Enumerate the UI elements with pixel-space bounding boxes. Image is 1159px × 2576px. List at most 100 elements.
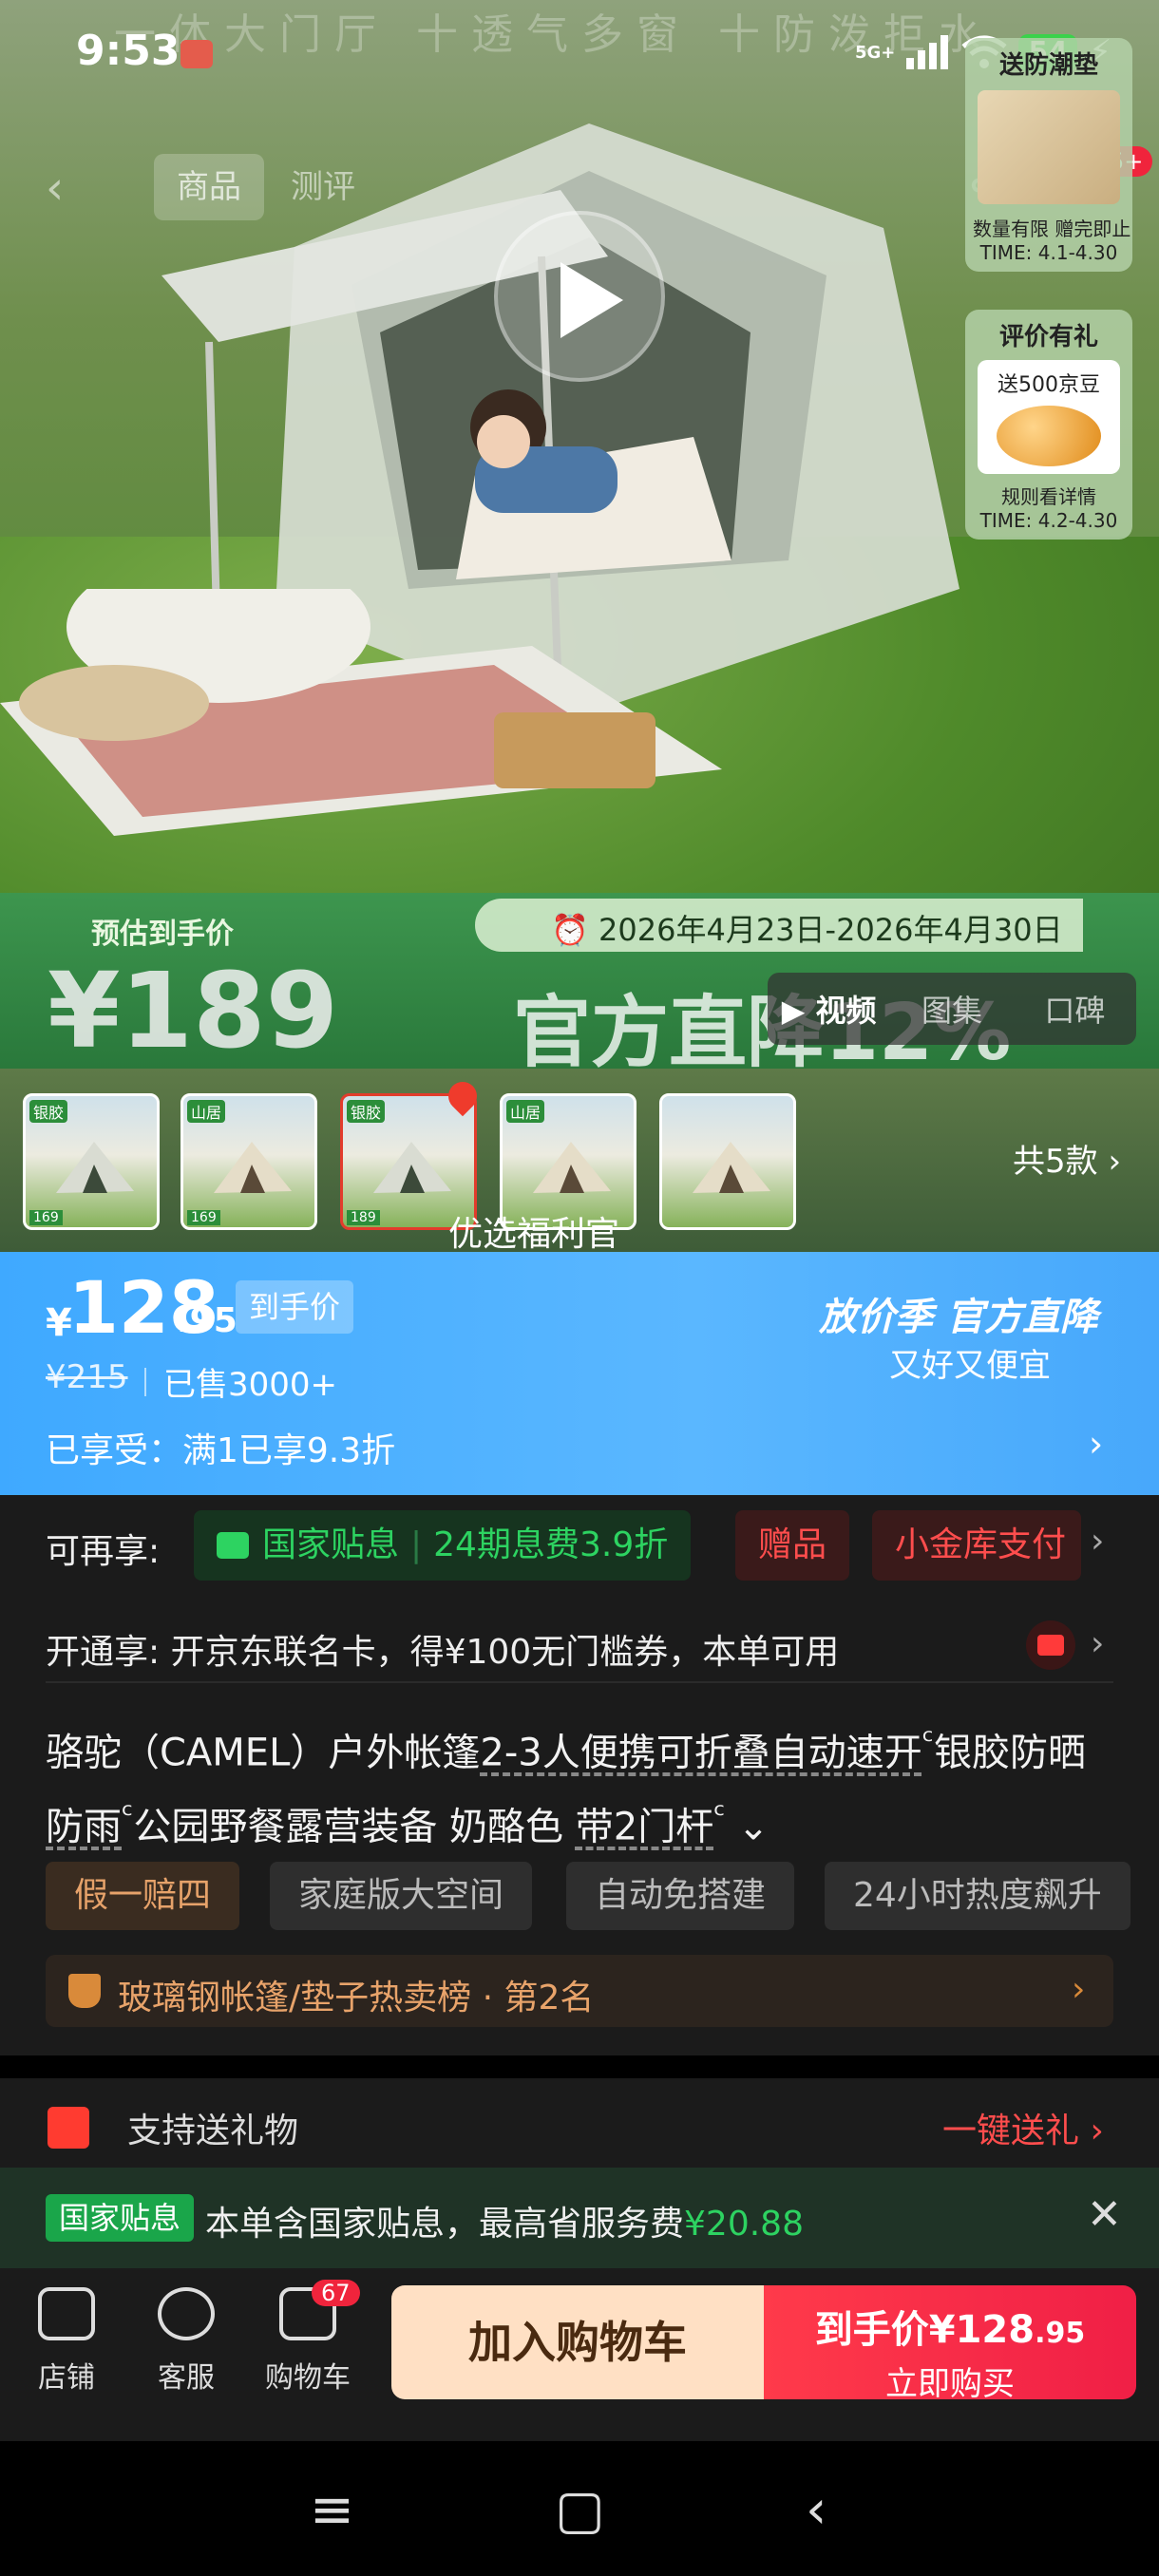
- gift-bar[interactable]: 支持送礼物 一键送礼 ›: [0, 2078, 1159, 2173]
- tab-review[interactable]: 测评: [291, 154, 355, 220]
- tab-product[interactable]: 商品: [154, 154, 264, 220]
- chevron-right-icon[interactable]: ›: [1072, 1970, 1085, 2009]
- tag-family[interactable]: 家庭版大空间: [270, 1862, 533, 1930]
- promo-card-time: TIME: 4.1-4.30: [979, 241, 1118, 264]
- title-link[interactable]: 防雨: [46, 1806, 122, 1849]
- send-gift-link[interactable]: 一键送礼 ›: [942, 2103, 1104, 2152]
- buy-price-dec: .95: [1035, 2317, 1086, 2350]
- media-tab-video[interactable]: ▶ 视频: [768, 987, 890, 1031]
- add-to-cart-button[interactable]: 加入购物车: [391, 2285, 764, 2399]
- gift-icon: [48, 2107, 89, 2149]
- subsidy-icon: [217, 1532, 249, 1559]
- subsidy-banner: 国家贴息 本单含国家贴息，最高省服务费¥20.88 ✕: [0, 2168, 1159, 2268]
- play-video-button[interactable]: [494, 211, 665, 382]
- variant-thumb-5[interactable]: [659, 1093, 796, 1230]
- product-title: 骆驼（CAMEL）户外帐篷2-3人便携可折叠自动速开ᶜ银胶防晒防雨ᶜ公园野餐露营…: [46, 1710, 1119, 1859]
- cart-button[interactable]: 67 购物车: [260, 2280, 360, 2396]
- rank-shield-icon: [68, 1974, 101, 2008]
- cart-count-badge: 67: [312, 2280, 360, 2306]
- cart-label: 购物车: [265, 2361, 351, 2395]
- promo-date-range: ⏰ 2026年4月23日-2026年4月30日: [551, 912, 1063, 948]
- tag-authentic[interactable]: 假一赔四: [46, 1862, 240, 1930]
- promo-card-review[interactable]: 评价有礼 送500京豆 规则看详情 TIME: 4.2-4.30: [965, 310, 1132, 540]
- price-decimal: .95: [177, 1301, 238, 1340]
- chevron-down-icon[interactable]: ⌄: [737, 1806, 770, 1849]
- moisture-mat-image: [978, 90, 1120, 204]
- title-text: 公园野餐露营装备 奶酪色: [133, 1805, 576, 1849]
- promo-card-title: 评价有礼: [998, 323, 1098, 351]
- chip-installment-text: 24期息费3.9折: [433, 1525, 669, 1564]
- subsidy-badge: 国家贴息: [46, 2194, 195, 2242]
- chip-subsidy-text: 国家贴息: [262, 1525, 400, 1564]
- divider: [144, 1368, 146, 1396]
- subsidy-amount: ¥20.88: [684, 2205, 804, 2244]
- beans-icon: [997, 406, 1101, 466]
- bottom-action-bar: 店铺 客服 67 购物车 加入购物车 到手价¥128.95 立即购买: [0, 2268, 1159, 2441]
- more-benefits-label: 可再享:: [46, 1532, 161, 1571]
- variant-thumb-2[interactable]: 山居 169: [180, 1093, 317, 1230]
- variant-count-link[interactable]: 共5款 ›: [1013, 1135, 1121, 1182]
- media-tab-gallery[interactable]: 图集: [890, 987, 1013, 1031]
- promo-card-line: 数量有限 赠完即止: [973, 218, 1131, 240]
- signal-icon: [906, 35, 949, 69]
- shop-button[interactable]: 店铺: [19, 2287, 114, 2396]
- estimated-price-label: 预估到手价: [91, 918, 234, 951]
- discount-info[interactable]: 已享受：满1已享9.3折: [46, 1423, 395, 1472]
- feature-tags: 假一赔四 家庭版大空间 自动免搭建 24小时热度飙升: [46, 1862, 1159, 1930]
- customer-service-button[interactable]: 客服: [139, 2287, 234, 2396]
- original-price: ¥215: [46, 1358, 128, 1396]
- buy-now-button[interactable]: 到手价¥128.95 立即购买: [764, 2285, 1136, 2403]
- tent-thumb-icon: [56, 1142, 134, 1193]
- chevron-right-icon[interactable]: ›: [1091, 1624, 1104, 1663]
- price-section: ¥ 128 .95 到手价 放价季 官方直降 又好又便宜 ¥215 已售3000…: [0, 1252, 1159, 1495]
- title-link[interactable]: 带2门杆: [576, 1806, 713, 1849]
- media-tab-reviews[interactable]: 口碑: [1014, 987, 1136, 1031]
- chevron-right-icon[interactable]: ›: [1091, 1522, 1104, 1561]
- product-details: 可再享: 国家贴息 | 24期息费3.9折 赠品 小金库支付 › 开通享: 开京东联…: [0, 1495, 1159, 2055]
- promo-card-title: 送防潮垫: [998, 51, 1098, 80]
- thumb-tag: 山居: [187, 1100, 226, 1123]
- promo-card-gift[interactable]: 送防潮垫 数量有限 赠完即止 TIME: 4.1-4.30: [965, 38, 1132, 272]
- back-nav-icon[interactable]: ‹: [806, 2479, 826, 2541]
- home-icon[interactable]: ▢: [555, 2479, 605, 2541]
- title-link[interactable]: 2-3人便携可折叠自动速开: [480, 1731, 922, 1774]
- ranking-bar[interactable]: 玻璃钢帐篷/垫子热卖榜 · 第2名 ›: [46, 1955, 1113, 2027]
- play-icon: [560, 262, 623, 338]
- vault-pay-chip[interactable]: 小金库支付: [872, 1510, 1081, 1581]
- menu-icon[interactable]: ≡: [310, 2479, 354, 2541]
- sold-count: 已售3000+: [163, 1366, 338, 1404]
- gift-label: 支持送礼物: [127, 2112, 299, 2150]
- more-benefits-row[interactable]: 可再享: 国家贴息 | 24期息费3.9折 赠品 小金库支付 ›: [46, 1508, 1138, 1581]
- search-link-icon[interactable]: ᶜ: [713, 1796, 725, 1833]
- cobrand-card-row[interactable]: 开通享: 开京东联名卡，得¥100无门槛券，本单可用 ›: [46, 1605, 1138, 1681]
- chevron-right-icon[interactable]: ›: [1089, 1423, 1103, 1465]
- tag-auto[interactable]: 自动免搭建: [566, 1862, 795, 1930]
- back-icon[interactable]: ‹: [46, 161, 64, 215]
- subsidy-text-main: 本单含国家贴息，最高省服务费: [205, 2205, 685, 2244]
- subsidy-text: 本单含国家贴息，最高省服务费¥20.88: [205, 2196, 804, 2245]
- ranking-text: 玻璃钢帐篷/垫子热卖榜 · 第2名: [118, 1979, 595, 2017]
- close-icon[interactable]: ✕: [1087, 2190, 1122, 2239]
- gift-label: 送500京豆: [998, 373, 1100, 397]
- variant-thumb-1[interactable]: 银胶 169: [23, 1093, 160, 1230]
- tent-thumb-icon: [373, 1142, 451, 1193]
- thumb-tag: 银胶: [29, 1100, 68, 1123]
- app-notification-icon: [180, 40, 213, 68]
- thumb-price: 169: [187, 1210, 220, 1225]
- search-link-icon[interactable]: ᶜ: [122, 1796, 133, 1833]
- promo-card-time: TIME: 4.2-4.30: [979, 509, 1118, 532]
- gift-chip[interactable]: 赠品: [735, 1510, 850, 1581]
- divider: [46, 1681, 1113, 1683]
- subsidy-installment-chip[interactable]: 国家贴息 | 24期息费3.9折: [194, 1510, 692, 1581]
- media-tabs: ▶ 视频 图集 口碑: [768, 973, 1136, 1045]
- picnic-blanket-illustration: [0, 589, 722, 836]
- credit-card-icon: [1026, 1620, 1075, 1670]
- title-text: 银胶防晒: [934, 1731, 1087, 1775]
- service-smile-icon: [158, 2287, 215, 2340]
- service-label: 客服: [158, 2361, 215, 2395]
- search-link-icon[interactable]: ᶜ: [922, 1722, 934, 1759]
- status-time: 9:53: [76, 27, 180, 75]
- product-hero-image[interactable]: 一体大门厅 十透气多窗 十防泼拒水 9:53 5G+ 54 ⚡ ‹ 商品 测评 …: [0, 0, 1159, 1069]
- tag-trending[interactable]: 24小时热度飙升: [825, 1862, 1130, 1930]
- tent-thumb-icon: [533, 1142, 611, 1193]
